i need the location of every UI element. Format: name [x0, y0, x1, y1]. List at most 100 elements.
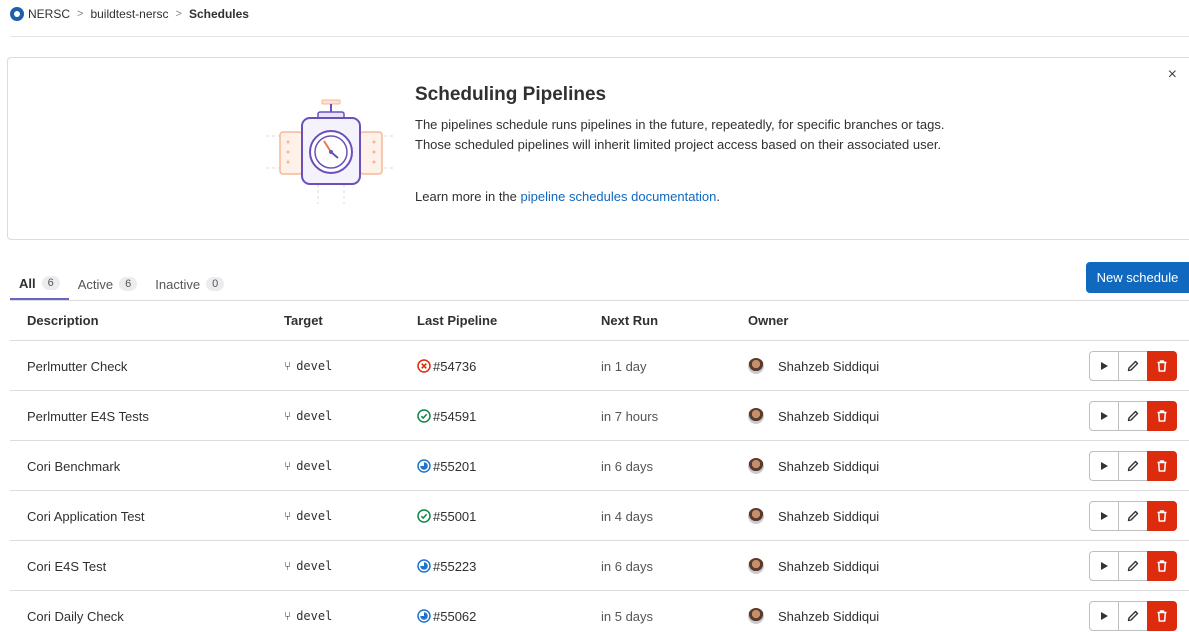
branch-icon: ⑂	[284, 609, 292, 623]
branch-name[interactable]: devel	[296, 609, 332, 623]
last-pipeline: #54591	[417, 391, 476, 441]
delete-button[interactable]	[1147, 351, 1177, 381]
avatar[interactable]	[748, 408, 764, 424]
pipeline-status-running-icon[interactable]	[417, 609, 431, 623]
branch-name[interactable]: devel	[296, 459, 332, 473]
schedule-tabs: All 6 Active 6 Inactive 0	[10, 262, 233, 300]
edit-button[interactable]	[1118, 551, 1148, 581]
pipeline-link[interactable]: #54591	[433, 409, 476, 424]
owner-name[interactable]: Shahzeb Siddiqui	[778, 409, 879, 424]
table-row: Perlmutter E4S Tests ⑂ devel #54591 in 7 hou…	[10, 391, 1189, 441]
play-icon	[1101, 412, 1108, 420]
scheduling-pipelines-banner: Scheduling Pipelines The pipelines sched…	[7, 57, 1189, 240]
edit-button[interactable]	[1118, 501, 1148, 531]
delete-button[interactable]	[1147, 451, 1177, 481]
tab-label: Active	[77, 276, 114, 292]
play-button[interactable]	[1089, 501, 1119, 531]
column-header-description: Description	[27, 313, 99, 328]
play-button[interactable]	[1089, 401, 1119, 431]
play-button[interactable]	[1089, 601, 1119, 631]
owner-name[interactable]: Shahzeb Siddiqui	[778, 509, 879, 524]
pipeline-link[interactable]: #55001	[433, 509, 476, 524]
schedule-owner: Shahzeb Siddiqui	[748, 591, 879, 632]
pipeline-status-running-icon[interactable]	[417, 459, 431, 473]
pipeline-link[interactable]: #55201	[433, 459, 476, 474]
pipeline-link[interactable]: #54736	[433, 359, 476, 374]
play-button[interactable]	[1089, 451, 1119, 481]
delete-button[interactable]	[1147, 551, 1177, 581]
tab-inactive[interactable]: Inactive 0	[146, 262, 233, 300]
edit-button[interactable]	[1118, 601, 1148, 631]
row-actions	[1089, 401, 1177, 431]
delete-button[interactable]	[1147, 601, 1177, 631]
schedule-description: Cori Application Test	[27, 508, 145, 524]
delete-button[interactable]	[1147, 501, 1177, 531]
avatar[interactable]	[748, 558, 764, 574]
schedule-description: Perlmutter Check	[27, 358, 128, 374]
pipeline-status-passed-icon[interactable]	[417, 509, 431, 523]
avatar[interactable]	[748, 508, 764, 524]
divider	[10, 36, 1189, 37]
last-pipeline: #54736	[417, 341, 476, 391]
row-actions	[1089, 501, 1177, 531]
banner-learn-more: Learn more in the pipeline schedules doc…	[415, 189, 720, 204]
pipeline-link[interactable]: #55062	[433, 609, 476, 624]
schedule-owner: Shahzeb Siddiqui	[748, 341, 879, 391]
table-row: Perlmutter Check ⑂ devel #54736 in 1 day Shah…	[10, 341, 1189, 391]
pipeline-schedules-docs-link[interactable]: pipeline schedules documentation	[521, 189, 717, 204]
branch-icon: ⑂	[284, 559, 292, 573]
schedule-description: Cori E4S Test	[27, 558, 107, 574]
chevron-right-icon: >	[175, 8, 182, 20]
play-button[interactable]	[1089, 351, 1119, 381]
pipeline-schedule-illustration	[266, 99, 396, 204]
trash-icon	[1157, 410, 1167, 422]
owner-name[interactable]: Shahzeb Siddiqui	[778, 459, 879, 474]
play-button[interactable]	[1089, 551, 1119, 581]
schedule-target: ⑂ devel	[284, 541, 332, 591]
breadcrumb-org[interactable]: NERSC	[28, 7, 70, 21]
pipeline-status-failed-icon[interactable]	[417, 359, 431, 373]
new-schedule-button[interactable]: New schedule	[1086, 262, 1189, 293]
edit-button[interactable]	[1118, 401, 1148, 431]
banner-title: Scheduling Pipelines	[415, 84, 607, 105]
learn-more-prefix: Learn more in the	[415, 189, 517, 204]
table-row: Cori Daily Check ⑂ devel #55062 in 5 days Sha…	[10, 591, 1189, 632]
owner-name[interactable]: Shahzeb Siddiqui	[778, 559, 879, 574]
trash-icon	[1157, 560, 1167, 572]
table-row: Cori Application Test ⑂ devel #55001 in 4 da…	[10, 491, 1189, 541]
branch-name[interactable]: devel	[296, 359, 332, 373]
row-actions	[1089, 351, 1177, 381]
owner-name[interactable]: Shahzeb Siddiqui	[778, 359, 879, 374]
avatar[interactable]	[748, 358, 764, 374]
owner-name[interactable]: Shahzeb Siddiqui	[778, 609, 879, 624]
avatar[interactable]	[748, 608, 764, 624]
trash-icon	[1157, 610, 1167, 622]
trash-icon	[1157, 460, 1167, 472]
schedule-target: ⑂ devel	[284, 591, 332, 632]
play-icon	[1101, 512, 1108, 520]
avatar[interactable]	[748, 458, 764, 474]
branch-name[interactable]: devel	[296, 409, 332, 423]
last-pipeline: #55062	[417, 591, 476, 632]
last-pipeline: #55001	[417, 491, 476, 541]
breadcrumb-project[interactable]: buildtest-nersc	[90, 7, 168, 21]
branch-name[interactable]: devel	[296, 559, 332, 573]
pipeline-status-passed-icon[interactable]	[417, 409, 431, 423]
breadcrumb-current[interactable]: Schedules	[189, 7, 249, 21]
breadcrumb: NERSC > buildtest-nersc > Schedules	[10, 0, 249, 28]
table-row: Cori Benchmark ⑂ devel #55201 in 6 days Shahz…	[10, 441, 1189, 491]
pipeline-status-running-icon[interactable]	[417, 559, 431, 573]
edit-button[interactable]	[1118, 451, 1148, 481]
next-run: in 4 days	[601, 508, 654, 524]
branch-name[interactable]: devel	[296, 509, 332, 523]
tab-count-badge: 0	[206, 277, 225, 291]
pipeline-link[interactable]: #55223	[433, 559, 476, 574]
edit-button[interactable]	[1118, 351, 1148, 381]
row-actions	[1089, 551, 1177, 581]
tab-active[interactable]: Active 6	[69, 262, 147, 300]
column-header-target: Target	[284, 313, 323, 328]
tab-all[interactable]: All 6	[10, 262, 69, 300]
close-icon[interactable]: ×	[1168, 66, 1177, 84]
delete-button[interactable]	[1147, 401, 1177, 431]
row-actions	[1089, 601, 1177, 631]
